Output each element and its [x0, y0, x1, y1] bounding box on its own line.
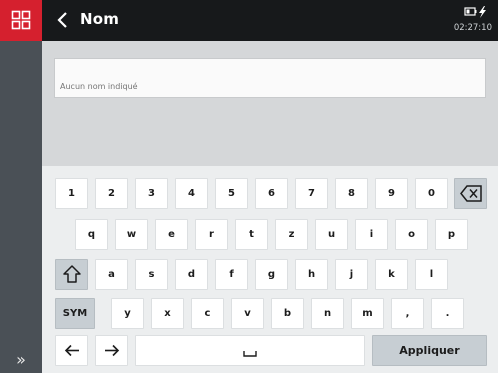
onscreen-keyboard: 1 2 3 4 5 6 7 8 9 0 q w e r t z u i o p … — [42, 166, 498, 373]
key-g[interactable]: g — [255, 259, 288, 290]
key-m[interactable]: m — [351, 298, 384, 329]
arrow-right-icon — [104, 344, 119, 357]
key-x[interactable]: x — [151, 298, 184, 329]
clock: 02:27:10 — [453, 23, 492, 33]
key-a[interactable]: a — [95, 259, 128, 290]
key-y[interactable]: y — [111, 298, 144, 329]
battery-icon — [464, 7, 477, 16]
key-1[interactable]: 1 — [55, 178, 88, 209]
arrow-right-key[interactable] — [95, 335, 128, 366]
name-input[interactable] — [54, 58, 486, 98]
key-h[interactable]: h — [295, 259, 328, 290]
key-t[interactable]: t — [235, 219, 268, 250]
shift-icon — [62, 265, 81, 283]
key-f[interactable]: f — [215, 259, 248, 290]
menu-button[interactable] — [0, 0, 42, 41]
key-4[interactable]: 4 — [175, 178, 208, 209]
key-j[interactable]: j — [335, 259, 368, 290]
content-area — [42, 41, 498, 166]
key-0[interactable]: 0 — [415, 178, 448, 209]
key-n[interactable]: n — [311, 298, 344, 329]
key-8[interactable]: 8 — [335, 178, 368, 209]
page-title: Nom — [80, 10, 120, 28]
key-k[interactable]: k — [375, 259, 408, 290]
apply-button[interactable]: Appliquer — [372, 335, 487, 366]
shift-key[interactable] — [55, 259, 88, 290]
key-comma[interactable]: , — [391, 298, 424, 329]
side-rail — [0, 0, 42, 373]
key-w[interactable]: w — [115, 219, 148, 250]
header-bar: Nom 02:27:10 — [42, 0, 498, 41]
key-r[interactable]: r — [195, 219, 228, 250]
space-icon — [243, 351, 257, 357]
key-v[interactable]: v — [231, 298, 264, 329]
key-7[interactable]: 7 — [295, 178, 328, 209]
expand-rail-button[interactable]: » — [0, 347, 42, 373]
key-b[interactable]: b — [271, 298, 304, 329]
key-e[interactable]: e — [155, 219, 188, 250]
chevron-left-icon[interactable] — [52, 8, 72, 32]
sym-key[interactable]: SYM — [55, 298, 95, 329]
key-p[interactable]: p — [435, 219, 468, 250]
arrow-left-key[interactable] — [55, 335, 88, 366]
lightning-icon — [479, 6, 486, 18]
key-o[interactable]: o — [395, 219, 428, 250]
space-key[interactable] — [135, 335, 365, 366]
key-2[interactable]: 2 — [95, 178, 128, 209]
key-u[interactable]: u — [315, 219, 348, 250]
key-c[interactable]: c — [191, 298, 224, 329]
key-6[interactable]: 6 — [255, 178, 288, 209]
key-q[interactable]: q — [75, 219, 108, 250]
arrow-left-icon — [64, 344, 79, 357]
key-l[interactable]: l — [415, 259, 448, 290]
backspace-key[interactable] — [454, 178, 487, 209]
key-i[interactable]: i — [355, 219, 388, 250]
key-5[interactable]: 5 — [215, 178, 248, 209]
backspace-icon — [459, 185, 482, 202]
key-3[interactable]: 3 — [135, 178, 168, 209]
grid-icon — [11, 10, 31, 30]
status-icons — [464, 6, 486, 18]
key-9[interactable]: 9 — [375, 178, 408, 209]
key-s[interactable]: s — [135, 259, 168, 290]
key-z[interactable]: z — [275, 219, 308, 250]
double-chevron-right-icon: » — [16, 350, 26, 369]
key-d[interactable]: d — [175, 259, 208, 290]
key-period[interactable]: . — [431, 298, 464, 329]
